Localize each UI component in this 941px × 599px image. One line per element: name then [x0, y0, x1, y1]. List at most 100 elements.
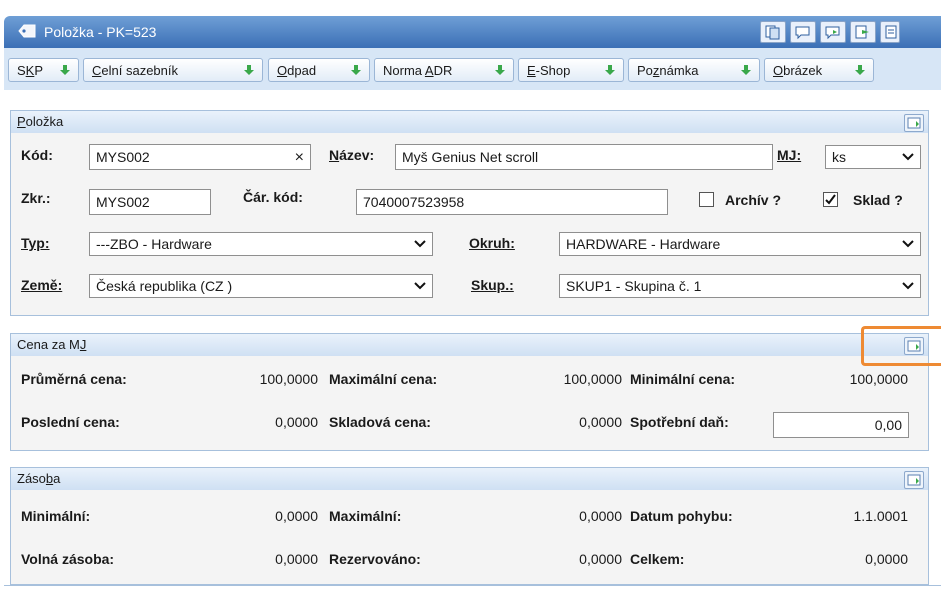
- spotrebni-dan-label: Spotřební daň:: [630, 414, 729, 430]
- tab-odpad[interactable]: Odpad: [268, 58, 370, 82]
- tab-label: Celní sazebník: [92, 63, 178, 78]
- comment-icon: [795, 26, 810, 40]
- mj-label: MJ:: [777, 147, 802, 163]
- posledni-cena-value: 0,0000: [275, 414, 318, 430]
- cena-panel-header: Cena za MJ: [11, 334, 928, 356]
- tab-label: E-Shop: [527, 63, 571, 78]
- title-bar: Položka - PK=523: [4, 16, 941, 48]
- clear-icon[interactable]: ×: [295, 146, 304, 170]
- arrow-down-icon: [244, 65, 254, 75]
- car-kod-input[interactable]: 7040007523958: [356, 189, 668, 215]
- tab-e-shop[interactable]: E-Shop: [518, 58, 624, 82]
- sklad-label: Sklad ?: [853, 192, 903, 208]
- maximalni-cena-label: Maximální cena:: [329, 371, 438, 387]
- archiv-label: Archív ?: [725, 192, 782, 208]
- minimalni-zasoba-label: Minimální:: [21, 508, 91, 524]
- zkr-label: Zkr.:: [21, 190, 51, 206]
- export-icon: [855, 25, 869, 39]
- tab-norma-adr[interactable]: Norma ADR: [374, 58, 514, 82]
- spotrebni-dan-input[interactable]: 0,00: [773, 412, 909, 438]
- chevron-down-icon: [414, 282, 426, 290]
- maximalni-cena-value: 100,0000: [563, 371, 622, 387]
- rezervovano-label: Rezervováno:: [329, 551, 421, 567]
- archiv-checkbox[interactable]: [699, 192, 714, 207]
- window-bottom-border: [4, 585, 941, 586]
- panel-toggle-icon: [907, 117, 921, 129]
- polozka-collapse-button[interactable]: [904, 114, 924, 132]
- window-tool-button-4[interactable]: [850, 21, 876, 43]
- tab-poznamka[interactable]: Poznámka: [628, 58, 760, 82]
- okruh-select[interactable]: HARDWARE - Hardware: [559, 232, 921, 256]
- arrow-down-icon: [60, 65, 70, 75]
- celkem-value: 0,0000: [865, 551, 908, 567]
- arrow-down-icon: [495, 65, 505, 75]
- skladova-cena-label: Skladová cena:: [329, 414, 431, 430]
- maximalni-zasoba-label: Maximální:: [329, 508, 402, 524]
- skup-select[interactable]: SKUP1 - Skupina č. 1: [559, 274, 921, 298]
- zeme-label: Země:: [21, 277, 63, 293]
- volna-zasoba-value: 0,0000: [275, 551, 318, 567]
- document-copy-icon: [765, 25, 780, 40]
- comment-arrow-icon: [825, 26, 840, 40]
- tab-obrazek[interactable]: Obrázek: [764, 58, 874, 82]
- mj-select[interactable]: ks: [825, 145, 921, 169]
- window-title: Položka - PK=523: [44, 24, 157, 40]
- car-kod-label: Čár. kód:: [243, 189, 303, 205]
- polozka-panel-header: Položka: [11, 111, 928, 133]
- zasoba-panel-header: Zásoba: [11, 468, 928, 490]
- tab-label: Obrázek: [773, 63, 823, 78]
- chevron-down-icon: [902, 240, 914, 248]
- arrow-down-icon: [855, 65, 865, 75]
- arrow-down-icon: [605, 65, 615, 75]
- volna-zasoba-label: Volná zásoba:: [21, 551, 115, 567]
- kod-input[interactable]: MYS002 ×: [89, 144, 311, 170]
- arrow-down-icon: [351, 65, 361, 75]
- zasoba-collapse-button[interactable]: [904, 471, 924, 489]
- zkr-input[interactable]: MYS002: [89, 189, 211, 215]
- panel-toggle-icon: [907, 474, 921, 486]
- tab-label: Poznámka: [637, 63, 699, 78]
- tab-label: Odpad: [277, 63, 317, 78]
- sklad-checkbox[interactable]: [823, 192, 838, 207]
- typ-label: Typ:: [21, 235, 50, 251]
- window-tool-button-2[interactable]: [790, 21, 816, 43]
- chevron-down-icon: [902, 282, 914, 290]
- datum-pohybu-label: Datum pohybu:: [630, 508, 733, 524]
- checkmark-icon: [825, 194, 836, 205]
- okruh-label: Okruh:: [469, 235, 515, 251]
- item-window: Položka - PK=523 SKP Celní sazebník Odpa…: [0, 0, 941, 599]
- skladova-cena-value: 0,0000: [579, 414, 622, 430]
- kod-label: Kód:: [21, 147, 53, 163]
- maximalni-zasoba-value: 0,0000: [579, 508, 622, 524]
- tab-label: Norma ADR: [383, 63, 453, 78]
- window-tool-button-3[interactable]: [820, 21, 846, 43]
- cena-panel: Cena za MJ Průměrná cena: 100,0000 Maxim…: [10, 333, 929, 451]
- skup-label: Skup.:: [471, 277, 514, 293]
- typ-select[interactable]: ---ZBO - Hardware: [89, 232, 433, 256]
- minimalni-cena-label: Minimální cena:: [630, 371, 736, 387]
- polozka-panel: Položka Kód: MYS002 × Název: Myš Genius …: [10, 110, 929, 316]
- tab-label: SKP: [17, 63, 44, 78]
- nazev-input[interactable]: Myš Genius Net scroll: [395, 144, 773, 170]
- tab-bar: SKP Celní sazebník Odpad Norma ADR E-Sho…: [4, 48, 941, 90]
- chevron-down-icon: [414, 240, 426, 248]
- chevron-down-icon: [902, 153, 914, 161]
- window-tool-button-5[interactable]: [880, 21, 900, 43]
- datum-pohybu-value: 1.1.0001: [853, 508, 909, 524]
- arrow-down-icon: [741, 65, 751, 75]
- minimalni-cena-value: 100,0000: [849, 371, 908, 387]
- highlight-marker: [861, 326, 941, 366]
- celkem-label: Celkem:: [630, 551, 685, 567]
- window-tool-button-1[interactable]: [760, 21, 786, 43]
- nazev-label: Název:: [329, 147, 375, 163]
- zasoba-panel: Zásoba Minimální: 0,0000 Maximální: 0,00…: [10, 467, 929, 585]
- prumerna-cena-label: Průměrná cena:: [21, 371, 127, 387]
- zeme-select[interactable]: Česká republika (CZ ): [89, 274, 433, 298]
- posledni-cena-label: Poslední cena:: [21, 414, 120, 430]
- tab-skp[interactable]: SKP: [8, 58, 79, 82]
- tag-icon: [18, 24, 36, 38]
- prumerna-cena-value: 100,0000: [259, 371, 318, 387]
- tab-celni-sazebnik[interactable]: Celní sazebník: [83, 58, 263, 82]
- list-icon: [885, 25, 897, 39]
- minimalni-zasoba-value: 0,0000: [275, 508, 318, 524]
